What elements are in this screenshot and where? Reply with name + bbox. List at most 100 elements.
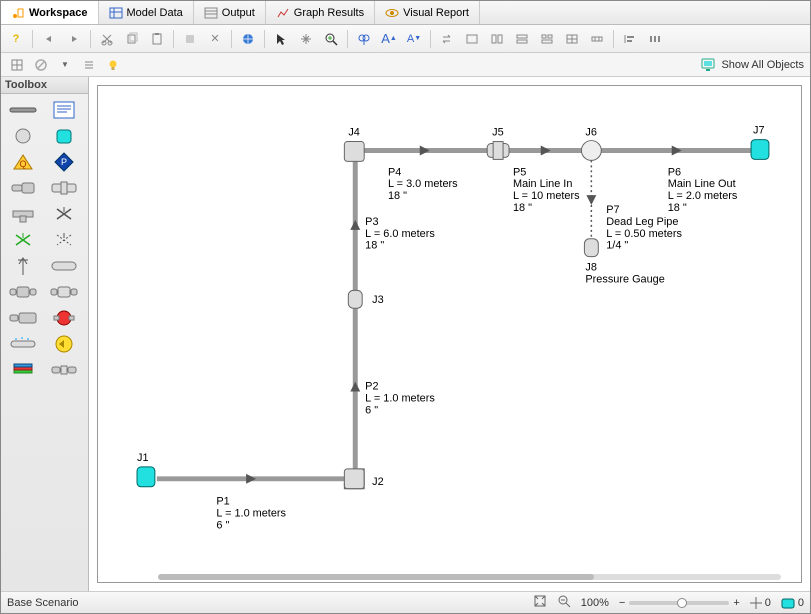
layout-4-icon[interactable] [536,28,558,50]
show-all-objects-button[interactable]: Show All Objects [701,58,804,72]
paste-icon[interactable] [146,28,168,50]
delete-icon[interactable] [179,28,201,50]
tool-pump-red[interactable] [46,306,82,330]
canvas-scrollbar-h[interactable] [158,574,781,580]
tab-label: Model Data [127,7,183,19]
tool-valve-green[interactable] [5,228,41,252]
zoom-out-icon[interactable] [557,594,571,611]
tool-heat-exchanger[interactable] [5,306,41,330]
j8-label: J8 [585,262,597,274]
j4-label: J4 [348,127,360,139]
p6-n: P6 [668,166,681,178]
tool-pipe[interactable] [5,98,41,122]
cut-icon[interactable] [96,28,118,50]
toolbox-title: Toolbox [1,77,88,94]
tab-workspace[interactable]: Workspace [1,1,99,24]
disable-icon[interactable] [31,55,51,75]
tab-label: Graph Results [294,7,364,19]
tool-component-1[interactable] [5,280,41,304]
undo-icon[interactable] [38,28,60,50]
output-icon [204,6,218,20]
dropdown-icon[interactable]: ▼ [55,55,75,75]
p3-l: L = 6.0 meters [365,228,435,240]
tool-fitting-1[interactable] [5,176,41,200]
pan-icon[interactable] [295,28,317,50]
tab-model-data[interactable]: Model Data [99,1,194,24]
tool-compressor[interactable] [46,332,82,356]
show-all-label: Show All Objects [721,59,804,71]
copy-icon[interactable] [121,28,143,50]
tab-output[interactable]: Output [194,1,266,24]
tool-component-2[interactable] [46,280,82,304]
p3-d: 18 " [365,240,384,252]
sub-toolbar: ▼ Show All Objects [1,53,810,77]
align-icon[interactable] [619,28,641,50]
layout-6-icon[interactable] [586,28,608,50]
j6-label: J6 [585,127,597,139]
p5-l: L = 10 meters [513,190,580,202]
tool-tee[interactable] [5,202,41,226]
p2-d: 6 " [365,404,378,416]
p5-d: 18 " [513,202,532,214]
tool-fitting-2[interactable] [46,176,82,200]
layout-1-icon[interactable] [461,28,483,50]
swap-icon[interactable] [436,28,458,50]
p7-d: 1/4 " [606,240,628,252]
tool-spray[interactable] [5,332,41,356]
tool-warning[interactable]: Q [5,150,41,174]
eye-icon [385,6,399,20]
grid-icon[interactable] [7,55,27,75]
j8-name: Pressure Gauge [585,273,664,285]
font-decrease-icon[interactable]: A▼ [403,28,425,50]
graph-icon [276,6,290,20]
tool-annotation[interactable] [46,98,82,122]
tab-graph-results[interactable]: Graph Results [266,1,375,24]
p7-l: L = 0.50 meters [606,228,682,240]
main-toolbar: ? ✕ A▲ A▼ [1,25,810,53]
p7-n: P7 [606,204,619,216]
coord-value: 0 [765,597,771,609]
tab-bar: Workspace Model Data Output Graph Result… [1,1,810,25]
p6-t: Main Line Out [668,178,736,190]
zoom-plus[interactable]: + [733,597,739,609]
fit-icon[interactable] [533,594,547,611]
workspace-canvas[interactable]: J1 J2 J3 J4 J5 J6 [97,85,802,583]
tool-valve-dash[interactable] [46,228,82,252]
zoom-minus[interactable]: − [619,597,625,609]
tool-layers[interactable] [5,358,41,382]
distribute-icon[interactable] [644,28,666,50]
pointer-icon[interactable] [270,28,292,50]
find-icon[interactable] [353,28,375,50]
tool-pump[interactable]: P [46,150,82,174]
zoom-icon[interactable] [320,28,342,50]
tool-junction-gray[interactable] [5,124,41,148]
p4-d: 18 " [388,190,407,202]
zoom-slider[interactable]: − + [619,597,740,609]
p1-n: P1 [216,496,229,508]
p1-l: L = 1.0 meters [216,508,286,520]
object-count-icon [781,597,795,609]
layout-2-icon[interactable] [486,28,508,50]
tool-orifice[interactable] [46,254,82,278]
font-increase-icon[interactable]: A▲ [378,28,400,50]
j5-label: J5 [492,127,504,139]
tab-label: Output [222,7,255,19]
layout-3-icon[interactable] [511,28,533,50]
globe-icon[interactable] [237,28,259,50]
model-data-icon [109,6,123,20]
crosshair-icon [750,597,762,609]
toolbox-panel: Toolbox Q P [1,77,89,591]
close-icon[interactable]: ✕ [204,28,226,50]
list-icon[interactable] [79,55,99,75]
tab-visual-report[interactable]: Visual Report [375,1,480,24]
tool-valve-x[interactable] [46,202,82,226]
help-icon[interactable]: ? [5,28,27,50]
p2-l: L = 1.0 meters [365,392,435,404]
p5-t: Main Line In [513,178,572,190]
redo-icon[interactable] [63,28,85,50]
tool-reservoir[interactable] [46,124,82,148]
tool-connector[interactable] [46,358,82,382]
bulb-icon[interactable] [103,55,123,75]
tool-check-valve[interactable] [5,254,41,278]
layout-5-icon[interactable] [561,28,583,50]
